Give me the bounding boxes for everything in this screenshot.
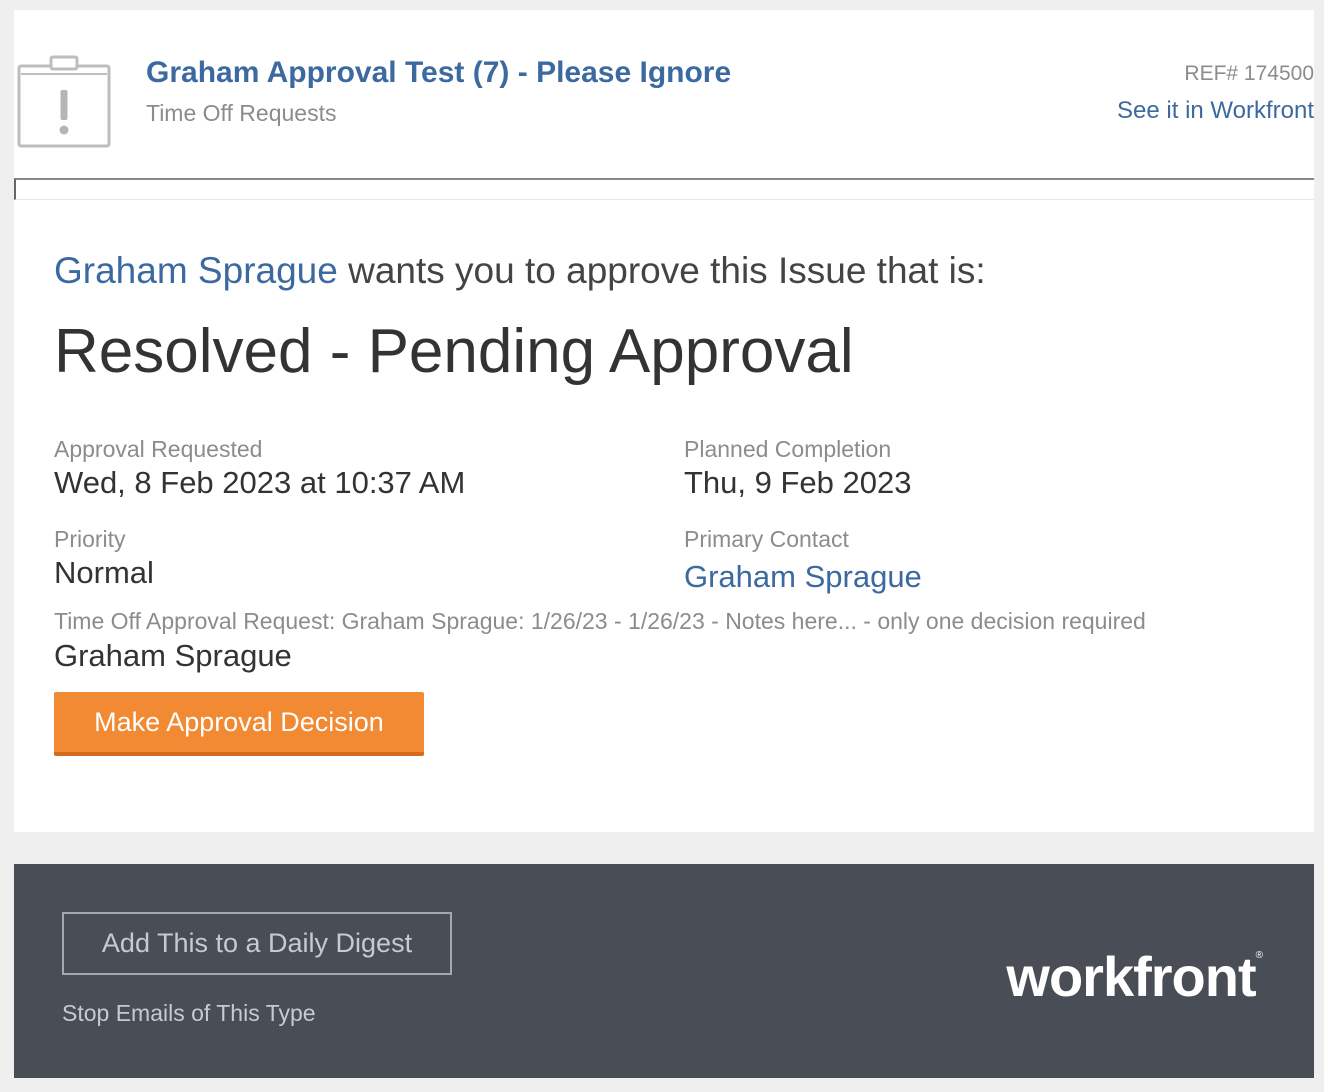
email-header: Graham Approval Test (7) - Please Ignore… bbox=[14, 10, 1314, 180]
issue-project: Time Off Requests bbox=[146, 100, 337, 126]
stop-emails-link[interactable]: Stop Emails of This Type bbox=[62, 1000, 316, 1027]
issue-title[interactable]: Graham Approval Test (7) - Please Ignore bbox=[146, 56, 731, 90]
planned-completion-value: Thu, 9 Feb 2023 bbox=[684, 465, 912, 500]
logo-text: workfront bbox=[1006, 945, 1256, 1008]
see-in-workfront-link[interactable]: See it in Workfront bbox=[1117, 97, 1314, 125]
make-approval-decision-button[interactable]: Make Approval Decision bbox=[54, 692, 424, 756]
issue-clipboard-icon bbox=[17, 55, 111, 148]
requester-link[interactable]: Graham Sprague bbox=[54, 250, 338, 291]
email-card: Graham Approval Test (7) - Please Ignore… bbox=[14, 10, 1314, 832]
priority-value: Normal bbox=[54, 555, 154, 590]
header-divider bbox=[14, 178, 1314, 200]
approval-requested-field: Approval Requested Wed, 8 Feb 2023 at 10… bbox=[54, 436, 465, 501]
planned-completion-field: Planned Completion Thu, 9 Feb 2023 bbox=[684, 436, 912, 501]
logo-registered-mark: ® bbox=[1255, 950, 1263, 961]
primary-contact-field: Primary Contact Graham Sprague bbox=[684, 526, 922, 595]
email-footer: Add This to a Daily Digest Stop Emails o… bbox=[14, 864, 1314, 1078]
description-value: Graham Sprague bbox=[54, 638, 292, 673]
planned-completion-label: Planned Completion bbox=[684, 436, 892, 462]
lead-text: wants you to approve this Issue that is: bbox=[337, 250, 986, 291]
approval-lead: Graham Sprague wants you to approve this… bbox=[54, 250, 1294, 292]
reference-number: REF# 174500 bbox=[1184, 62, 1314, 85]
priority-label: Priority bbox=[54, 526, 126, 552]
add-to-daily-digest-button[interactable]: Add This to a Daily Digest bbox=[62, 912, 452, 975]
issue-status: Resolved - Pending Approval bbox=[54, 317, 854, 386]
primary-contact-link[interactable]: Graham Sprague bbox=[684, 559, 922, 595]
approval-requested-label: Approval Requested bbox=[54, 436, 263, 462]
primary-contact-label: Primary Contact bbox=[684, 526, 849, 552]
description-label: Time Off Approval Request: Graham Spragu… bbox=[54, 608, 1146, 634]
workfront-logo: workfront® bbox=[1006, 944, 1263, 1009]
priority-field: Priority Normal bbox=[54, 526, 154, 591]
email-body: Graham Sprague wants you to approve this… bbox=[54, 250, 1294, 756]
approval-requested-value: Wed, 8 Feb 2023 at 10:37 AM bbox=[54, 465, 466, 500]
